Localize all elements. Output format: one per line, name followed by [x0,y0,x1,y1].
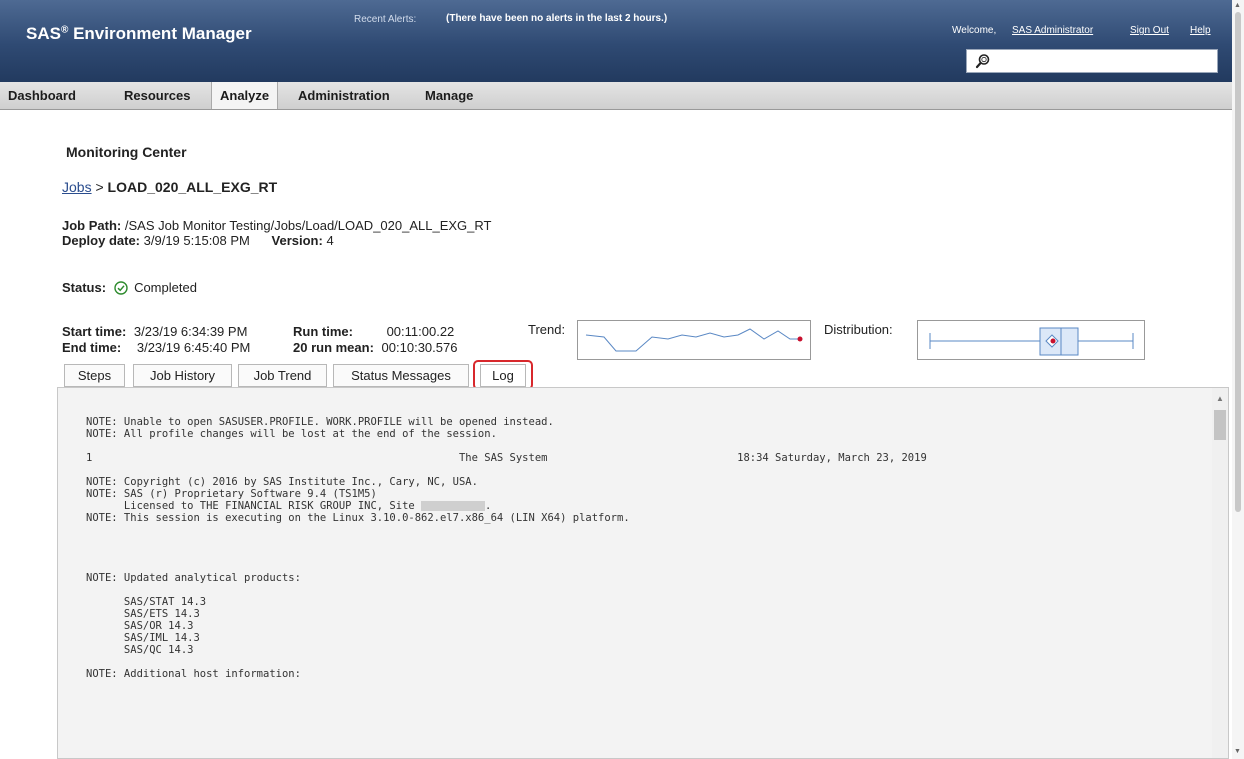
log-line: NOTE: Updated analytical products: [86,572,301,584]
sign-out-link[interactable]: Sign Out [1130,25,1169,36]
end-time-row: End time: 3/23/19 6:45:40 PM [62,340,250,355]
end-time-label: End time: [62,340,122,355]
log-line: SAS/QC 14.3 [86,644,194,656]
start-time-row: Start time: 3/23/19 6:34:39 PM [62,324,247,339]
breadcrumb-jobs-link[interactable]: Jobs [62,179,92,195]
run-mean-label: 20 run mean: [293,340,374,355]
log-line: NOTE: Additional host information: [86,668,301,680]
nav-item-administration[interactable]: Administration [290,82,398,109]
start-time-value: 3/23/19 6:34:39 PM [133,324,248,339]
start-time-label: Start time: [62,324,127,339]
breadcrumb-separator: > [91,179,108,195]
nav-item-analyze[interactable]: Analyze [211,82,279,109]
log-line: SAS/IML 14.3 [86,632,200,644]
nav-item-resources[interactable]: Resources [116,82,198,109]
distribution-boxplot [917,320,1145,360]
log-line: Licensed to THE FINANCIAL RISK GROUP INC… [86,500,492,512]
deploy-date-value: 3/9/19 5:15:08 PM [143,233,250,248]
status-value: Completed [134,280,197,295]
user-link[interactable]: SAS Administrator [1012,25,1093,36]
tab-job-trend[interactable]: Job Trend [238,364,327,387]
distribution-box [1039,327,1079,356]
run-time-label: Run time: [293,324,353,339]
version-value: 4 [326,233,334,248]
nav-item-manage[interactable]: Manage [417,82,481,109]
trend-sparkline [577,320,811,360]
tab-steps[interactable]: Steps [64,364,125,387]
status-label: Status: [62,280,107,295]
page-scroll-up-icon[interactable]: ▲ [1234,2,1241,9]
distribution-label: Distribution: [824,322,893,337]
distribution-current-point [1050,338,1056,344]
log-line: NOTE: SAS (r) Proprietary Software 9.4 (… [86,488,377,500]
page-scrollbar-thumb[interactable] [1235,12,1241,512]
help-link[interactable]: Help [1190,25,1211,36]
check-circle-icon [114,280,128,295]
distribution-chart [929,327,1134,356]
log-content: NOTE: Unable to open SASUSER.PROFILE. WO… [86,416,927,680]
redacted-site-id [421,501,486,511]
trend-line [585,328,800,352]
run-time-value: 00:11:00.22 [386,324,455,339]
end-time-value: 3/23/19 6:45:40 PM [136,340,251,355]
log-line: SAS/STAT 14.3 [86,596,207,608]
welcome-text: Welcome, [952,25,997,36]
search-input[interactable] [966,49,1218,73]
status-row: Status: Completed [62,280,197,295]
job-path-row: Job Path: /SAS Job Monitor Testing/Jobs/… [62,218,492,233]
page-scrollbar[interactable]: ▲ ▼ [1232,0,1244,759]
job-path-value: /SAS Job Monitor Testing/Jobs/Load/LOAD_… [124,218,492,233]
nav-item-dashboard[interactable]: Dashboard [0,82,84,109]
deploy-row: Deploy date: 3/9/19 5:15:08 PM Version: … [62,233,334,248]
log-tab-highlight [473,360,533,390]
app-title-text: SAS [26,24,61,43]
log-scrollbar[interactable]: ▲ [1212,388,1228,758]
tab-status-messages[interactable]: Status Messages [333,364,469,387]
trend-current-point [797,336,803,342]
search-icon[interactable] [975,53,991,69]
deploy-date-label: Deploy date: [62,233,141,248]
log-line: SAS/OR 14.3 [86,620,194,632]
app-header: SAS® Environment Manager Recent Alerts: … [0,0,1232,82]
log-scrollbar-thumb[interactable] [1214,410,1226,440]
log-line: NOTE: All profile changes will be lost a… [86,428,497,440]
app-title-suffix: Environment Manager [73,24,252,43]
main-nav: Dashboard Resources Analyze Administrati… [0,82,1232,110]
run-time-row: Run time: 00:11:00.22 [293,324,454,339]
app-title: SAS® Environment Manager [26,24,252,44]
log-line: SAS/ETS 14.3 [86,608,200,620]
recent-alerts-label: Recent Alerts: [354,14,417,25]
trend-chart [585,328,803,352]
tab-job-history[interactable]: Job History [133,364,232,387]
registered-mark: ® [60,24,69,36]
version-label: Version: [271,233,323,248]
recent-alerts-text: (There have been no alerts in the last 2… [446,13,668,24]
log-line: NOTE: Copyright (c) 2016 by SAS Institut… [86,476,478,488]
page-title: Monitoring Center [66,144,187,160]
log-line: NOTE: Unable to open SASUSER.PROFILE. WO… [86,416,554,428]
log-panel[interactable]: NOTE: Unable to open SASUSER.PROFILE. WO… [57,387,1229,759]
run-mean-row: 20 run mean: 00:10:30.576 [293,340,457,355]
job-path-label: Job Path: [62,218,122,233]
breadcrumb-current: LOAD_020_ALL_EXG_RT [107,179,278,195]
page-scroll-down-icon[interactable]: ▼ [1234,748,1241,755]
log-line: NOTE: This session is executing on the L… [86,512,630,524]
scroll-up-arrow-icon[interactable]: ▲ [1216,394,1224,403]
trend-label: Trend: [528,322,566,337]
breadcrumb: Jobs > LOAD_020_ALL_EXG_RT [62,179,277,195]
log-line: 1 The SAS System 18:34 Saturday, March 2… [86,452,927,464]
run-mean-value: 00:10:30.576 [381,340,458,355]
